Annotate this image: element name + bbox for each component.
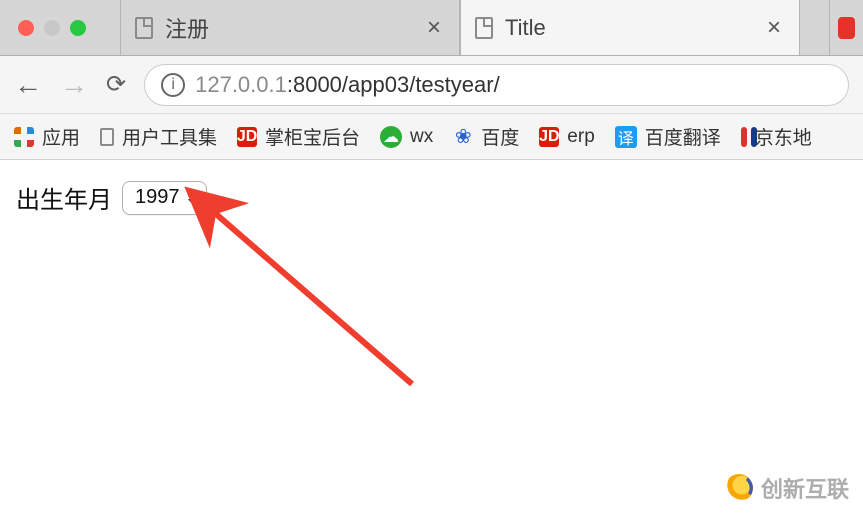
jd-icon: JD — [539, 127, 559, 147]
bookmark-zgb[interactable]: JD 掌柜宝后台 — [237, 123, 360, 150]
url-text: 127.0.0.1:8000/app03/testyear/ — [195, 72, 500, 98]
tab-title: Title — [505, 15, 751, 41]
tab-strip-rest — [800, 0, 829, 55]
watermark-logo-icon — [725, 474, 753, 502]
apps-label: 应用 — [42, 123, 80, 150]
bookmark-wx[interactable]: ☁ wx — [380, 126, 433, 148]
window-controls — [0, 0, 120, 55]
year-value: 1997 — [135, 186, 180, 209]
select-stepper-icon — [188, 190, 198, 205]
apps-shortcut[interactable]: 应用 — [14, 123, 80, 150]
bookmark-jd-addr[interactable]: 京东地 — [741, 123, 812, 150]
birth-year-select[interactable]: 1997 — [122, 181, 207, 215]
tab-extension[interactable] — [829, 0, 863, 55]
baidu-icon: ❀ — [453, 127, 473, 147]
tab-title: 注册 — [165, 12, 411, 44]
window-close-icon[interactable] — [18, 20, 34, 36]
file-icon — [135, 17, 153, 39]
tab-title-page[interactable]: Title × — [460, 0, 800, 55]
bookmark-label: 掌柜宝后台 — [265, 123, 360, 150]
bookmarks-bar: 应用 用户工具集 JD 掌柜宝后台 ☁ wx ❀ 百度 JD erp 译 百度翻… — [0, 114, 863, 160]
bookmark-label: 京东地 — [755, 123, 812, 150]
close-icon[interactable]: × — [763, 16, 785, 40]
page-content: 出生年月 1997 — [0, 160, 863, 235]
jd-address-icon — [741, 127, 747, 147]
bookmark-user-tools[interactable]: 用户工具集 — [100, 123, 217, 150]
close-icon[interactable]: × — [423, 16, 445, 40]
bookmark-label: wx — [410, 126, 433, 148]
bookmark-label: 百度 — [481, 123, 519, 150]
tab-bar: 注册 × Title × — [0, 0, 863, 56]
site-info-icon[interactable]: i — [161, 73, 185, 97]
bookmark-label: 百度翻译 — [645, 123, 721, 150]
tab-register[interactable]: 注册 × — [120, 0, 460, 55]
bookmark-baidu-fanyi[interactable]: 译 百度翻译 — [615, 123, 721, 150]
bookmark-baidu[interactable]: ❀ 百度 — [453, 123, 519, 150]
reload-button[interactable]: ⟳ — [106, 70, 126, 99]
back-button[interactable]: ← — [14, 69, 42, 101]
file-icon — [100, 128, 114, 146]
bookmark-erp[interactable]: JD erp — [539, 126, 594, 148]
birth-year-field: 出生年月 1997 — [16, 180, 847, 215]
wechat-icon: ☁ — [380, 126, 402, 148]
address-input[interactable]: i 127.0.0.1:8000/app03/testyear/ — [144, 64, 849, 106]
watermark: 创新互联 — [725, 472, 849, 504]
translate-icon: 译 — [615, 126, 637, 148]
file-icon — [475, 17, 493, 39]
jd-icon: JD — [237, 127, 257, 147]
window-zoom-icon[interactable] — [70, 20, 86, 36]
forward-button[interactable]: → — [60, 69, 88, 101]
apps-icon — [14, 127, 34, 147]
address-toolbar: ← → ⟳ i 127.0.0.1:8000/app03/testyear/ — [0, 56, 863, 114]
bookmark-label: 用户工具集 — [122, 123, 217, 150]
window-minimize-icon[interactable] — [44, 20, 60, 36]
watermark-text: 创新互联 — [761, 472, 849, 504]
extension-icon — [838, 17, 855, 39]
bookmark-label: erp — [567, 126, 594, 148]
birth-year-label: 出生年月 — [16, 180, 112, 215]
